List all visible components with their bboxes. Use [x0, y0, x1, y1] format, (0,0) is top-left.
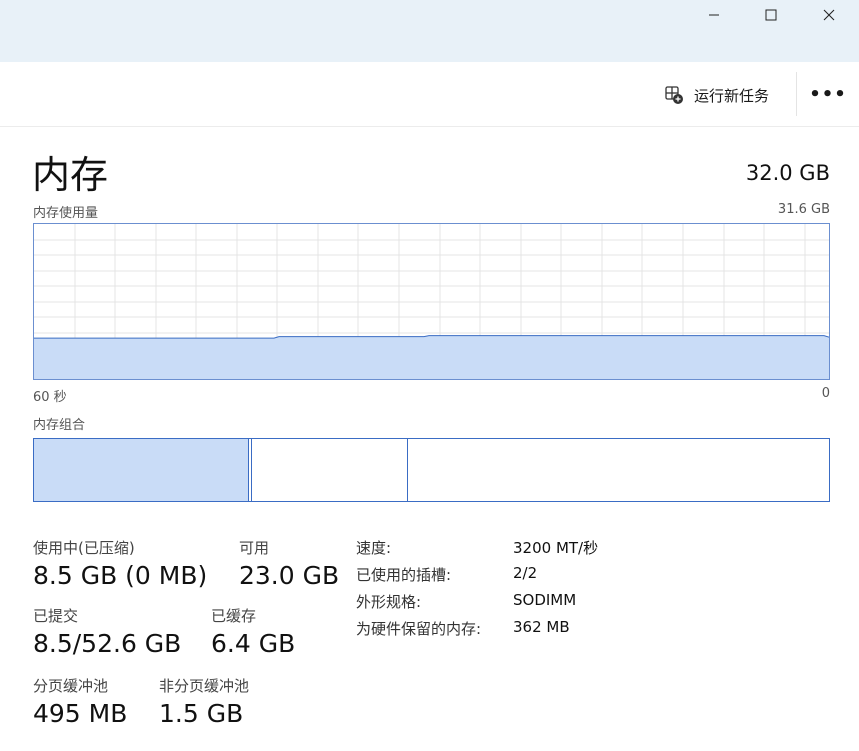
usage-area [34, 335, 829, 379]
maximize-icon [765, 9, 777, 21]
composition-label: 内存组合 [33, 418, 86, 433]
available-label: 可用 [239, 539, 270, 557]
committed-label: 已提交 [33, 607, 79, 625]
reserved-value: 362 MB [513, 618, 570, 636]
paged-pool-label: 分页缓冲池 [33, 677, 109, 695]
run-task-icon [665, 86, 683, 104]
total-memory: 32.0 GB [745, 161, 830, 185]
in-use-label: 使用中(已压缩) [33, 539, 135, 557]
minimize-icon [709, 14, 719, 16]
in-use-value: 8.5 GB (0 MB) [33, 561, 208, 590]
slots-value: 2/2 [513, 564, 538, 582]
command-bar: 运行新任务 ••• [0, 62, 859, 127]
cached-label: 已缓存 [211, 607, 257, 625]
slots-label: 已使用的插槽: [356, 566, 452, 584]
speed-value: 3200 MT/秒 [513, 539, 599, 557]
composition-modified [251, 439, 408, 501]
form-factor-value: SODIMM [513, 591, 577, 609]
more-options-button[interactable]: ••• [809, 80, 847, 108]
more-icon: ••• [809, 83, 847, 105]
composition-standby [408, 439, 829, 501]
close-button[interactable] [803, 0, 855, 30]
available-value: 23.0 GB [239, 561, 340, 590]
form-factor-label: 外形规格: [356, 593, 422, 611]
title-bar [0, 0, 859, 62]
usage-chart-svg [34, 224, 829, 379]
nonpaged-pool-value: 1.5 GB [159, 699, 244, 728]
time-axis-start: 60 秒 [33, 390, 67, 405]
committed-value: 8.5/52.6 GB [33, 629, 182, 658]
close-icon [823, 9, 835, 21]
run-new-task-label: 运行新任务 [694, 86, 770, 105]
command-separator [796, 72, 797, 116]
maximize-button[interactable] [745, 0, 797, 30]
paged-pool-value: 495 MB [33, 699, 128, 728]
usage-chart-label: 内存使用量 [33, 206, 99, 221]
memory-usage-chart [33, 223, 830, 380]
nonpaged-pool-label: 非分页缓冲池 [159, 677, 250, 695]
memory-composition-bar [33, 438, 830, 502]
cached-value: 6.4 GB [211, 629, 296, 658]
reserved-label: 为硬件保留的内存: [356, 620, 482, 638]
usage-chart-max: 31.6 GB [777, 202, 830, 217]
page-title: 内存 [32, 153, 109, 197]
composition-in-use [34, 439, 249, 501]
time-axis-end: 0 [821, 386, 830, 401]
run-new-task-button[interactable]: 运行新任务 [664, 82, 769, 108]
speed-label: 速度: [356, 539, 392, 557]
minimize-button[interactable] [688, 0, 740, 30]
